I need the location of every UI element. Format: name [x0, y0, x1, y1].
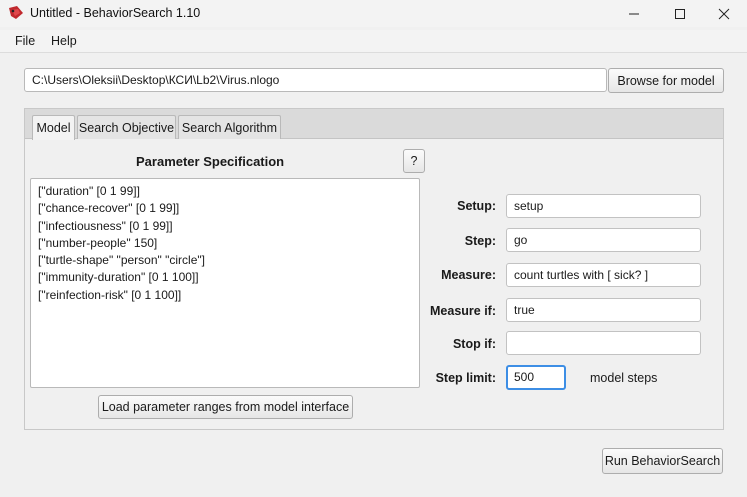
window-title: Untitled - BehaviorSearch 1.10	[30, 6, 201, 20]
browse-model-button[interactable]: Browse for model	[608, 68, 724, 93]
menu-divider	[0, 52, 747, 53]
parameter-line: ["infectiousness" [0 1 99]]	[38, 218, 173, 233]
model-path-field[interactable]: C:\Users\Oleksii\Desktop\КСИ\Lb2\Virus.n…	[24, 68, 607, 92]
step-limit-unit: model steps	[590, 371, 658, 385]
step-field[interactable]: go	[506, 228, 701, 252]
stop-if-field[interactable]	[506, 331, 701, 355]
parameter-line: ["number-people" 150]	[38, 235, 158, 250]
parameter-specification-editor[interactable]: ["duration" [0 1 99]] ["chance-recover" …	[30, 178, 420, 388]
tab-model[interactable]: Model	[32, 115, 75, 140]
menu-file[interactable]: File	[15, 34, 35, 48]
run-behaviorsearch-button[interactable]: Run BehaviorSearch	[602, 448, 723, 474]
load-parameter-ranges-button[interactable]: Load parameter ranges from model interfa…	[98, 395, 353, 419]
step-limit-field[interactable]: 500	[506, 365, 566, 390]
menu-bar: File Help	[0, 30, 747, 52]
step-label: Step:	[464, 234, 496, 248]
setup-label: Setup:	[457, 199, 496, 213]
parameter-help-button[interactable]: ?	[403, 149, 425, 173]
measure-if-field[interactable]: true	[506, 298, 701, 322]
measure-if-label: Measure if:	[430, 304, 496, 318]
parameter-specification-title: Parameter Specification	[136, 154, 285, 169]
behaviorsearch-app-icon	[9, 6, 23, 19]
parameter-line: ["chance-recover" [0 1 99]]	[38, 201, 180, 216]
step-limit-label: Step limit:	[435, 371, 496, 385]
tab-strip: Model Search Objective Search Algorithm	[25, 109, 723, 140]
close-icon	[718, 8, 730, 19]
maximize-icon	[675, 8, 685, 19]
tab-panel: Model Search Objective Search Algorithm …	[24, 108, 724, 430]
parameter-line: ["reinfection-risk" [0 1 100]]	[38, 287, 182, 302]
setup-field[interactable]: setup	[506, 194, 701, 218]
minimize-icon	[629, 13, 639, 14]
maximize-button[interactable]	[657, 0, 703, 27]
stop-if-label: Stop if:	[452, 337, 496, 351]
measure-label: Measure:	[441, 268, 496, 282]
tab-search-algorithm[interactable]: Search Algorithm	[178, 115, 281, 139]
tab-search-objective[interactable]: Search Objective	[77, 115, 176, 139]
parameter-line: ["duration" [0 1 99]]	[38, 184, 140, 198]
menu-help[interactable]: Help	[51, 34, 77, 48]
title-bar: Untitled - BehaviorSearch 1.10	[0, 0, 747, 27]
close-button[interactable]	[701, 0, 747, 27]
parameter-line: ["immunity-duration" [0 1 100]]	[38, 270, 199, 285]
measure-field[interactable]: count turtles with [ sick? ]	[506, 263, 701, 287]
parameter-line: ["turtle-shape" "person" "circle"]	[38, 253, 205, 268]
minimize-button[interactable]	[611, 0, 657, 27]
